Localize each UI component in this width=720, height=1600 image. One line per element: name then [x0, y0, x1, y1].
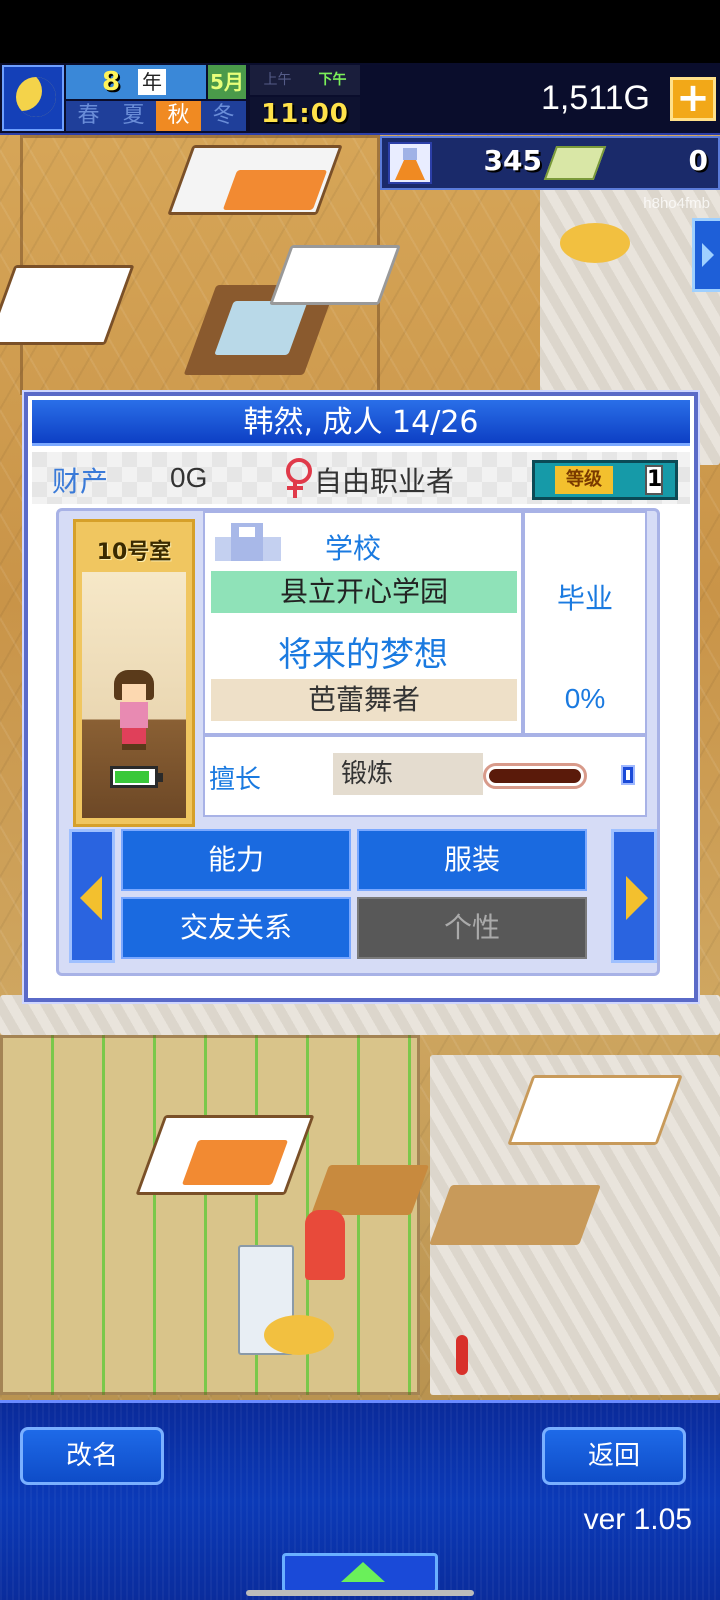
clock: 11:00	[250, 97, 360, 131]
relationships-button[interactable]: 交友关系	[121, 897, 351, 959]
season-autumn: 秋	[156, 101, 201, 131]
add-money-button[interactable]: +	[670, 77, 716, 121]
ticket-count: 0	[688, 144, 708, 177]
year-number: 8	[102, 67, 121, 97]
battery-icon	[110, 766, 163, 788]
season-bar: 春 夏 秋 冬	[66, 101, 246, 131]
rename-button[interactable]: 改名	[20, 1427, 164, 1485]
level-badge: 等级 1	[532, 460, 678, 500]
moon-icon	[16, 77, 56, 117]
asset-value: 0G	[170, 462, 208, 493]
room-lower	[0, 1035, 420, 1395]
research-flask-icon[interactable]	[388, 142, 432, 184]
skill-progress-fill	[489, 769, 581, 783]
round-table	[560, 223, 630, 263]
season-winter: 冬	[212, 103, 235, 128]
back-button[interactable]: 返回	[542, 1427, 686, 1485]
bed-blanket	[222, 170, 328, 210]
bed-lower-blanket	[181, 1140, 289, 1185]
month-display: 5月	[208, 65, 246, 99]
year-unit: 年	[138, 69, 166, 95]
dream-job: 芭蕾舞者	[211, 679, 517, 721]
skill-label: 擅长	[209, 765, 262, 795]
watermark: h8ho4fmb	[643, 195, 710, 212]
dream-heading: 将来的梦想	[278, 635, 448, 675]
personality-button[interactable]: 个性	[357, 897, 587, 959]
night-indicator	[2, 65, 64, 131]
level-value: 1	[645, 465, 663, 495]
profile-menu: 能力 服装 交友关系 个性	[69, 829, 657, 963]
profile-body: 10号室 学校 县立开心学园 将来的梦想 芭蕾舞者 毕业 0% 擅长 锻炼 能力…	[56, 508, 660, 976]
version-label: ver 1.05	[583, 1503, 692, 1536]
home-indicator[interactable]	[246, 1590, 474, 1596]
character-sprite	[114, 670, 154, 756]
am-pm-indicator: 上午 下午	[250, 65, 360, 95]
character-body	[120, 702, 148, 728]
dream-progress: 0%	[564, 683, 606, 714]
research-points: 345	[483, 144, 542, 177]
skill-level-icon	[621, 765, 635, 785]
resident-title: 韩然, 成人 14/26	[32, 400, 690, 446]
money-display: 1,511G	[540, 79, 650, 117]
resource-bar: 345 0	[380, 136, 720, 190]
sofa-furniture	[269, 245, 401, 305]
skill-panel: 擅长 锻炼	[203, 735, 647, 817]
female-icon-cross	[287, 486, 303, 490]
job-title: 自由职业者	[314, 465, 455, 498]
graduation-status: 毕业	[556, 582, 613, 615]
side-menu-arrow-icon[interactable]	[692, 218, 720, 292]
ability-button[interactable]: 能力	[121, 829, 351, 891]
female-icon	[282, 458, 312, 500]
round-table-lower	[264, 1315, 334, 1355]
resident-sprite	[305, 1210, 345, 1280]
skill-progress-bar	[483, 763, 587, 789]
school-panel: 学校 县立开心学园 将来的梦想 芭蕾舞者	[203, 511, 523, 735]
season-spring: 春	[77, 103, 100, 128]
year-display: 8 年	[66, 65, 206, 99]
room-card[interactable]: 10号室	[73, 519, 195, 827]
bed-right	[507, 1075, 683, 1145]
expand-menu-arrow-icon[interactable]	[282, 1553, 438, 1593]
desk-lower	[310, 1165, 430, 1215]
next-resident-arrow-icon[interactable]	[611, 829, 657, 963]
ticket-icon	[543, 146, 607, 180]
asset-label: 财产	[52, 465, 109, 498]
bottom-bar: 改名 返回 ver 1.05	[0, 1400, 720, 1600]
school-heading: 学校	[325, 532, 382, 565]
am-label: 上午	[263, 72, 292, 88]
level-label: 等级	[555, 466, 613, 494]
character-face	[122, 684, 146, 702]
fire-extinguisher	[456, 1335, 468, 1375]
season-summer: 夏	[122, 103, 145, 128]
room-number: 10号室	[96, 540, 172, 565]
character-legs	[122, 728, 146, 750]
school-name: 县立开心学园	[211, 571, 517, 613]
pm-label: 下午	[318, 72, 347, 88]
skill-name: 锻炼	[333, 753, 483, 795]
prev-resident-arrow-icon[interactable]	[69, 829, 115, 963]
info-row: 财产 0G 自由职业者 等级 1	[32, 452, 690, 504]
status-panel: 毕业 0%	[523, 511, 647, 735]
kitchen-counter	[429, 1185, 601, 1245]
resident-profile-dialog: 韩然, 成人 14/26 财产 0G 自由职业者 等级 1 10号室 学校 县立…	[24, 392, 698, 1002]
clothing-button[interactable]: 服装	[357, 829, 587, 891]
school-building-icon	[215, 523, 281, 561]
top-hud: 8 年 5月 春 夏 秋 冬 上午 下午 11:00 1,511G +	[0, 63, 720, 135]
